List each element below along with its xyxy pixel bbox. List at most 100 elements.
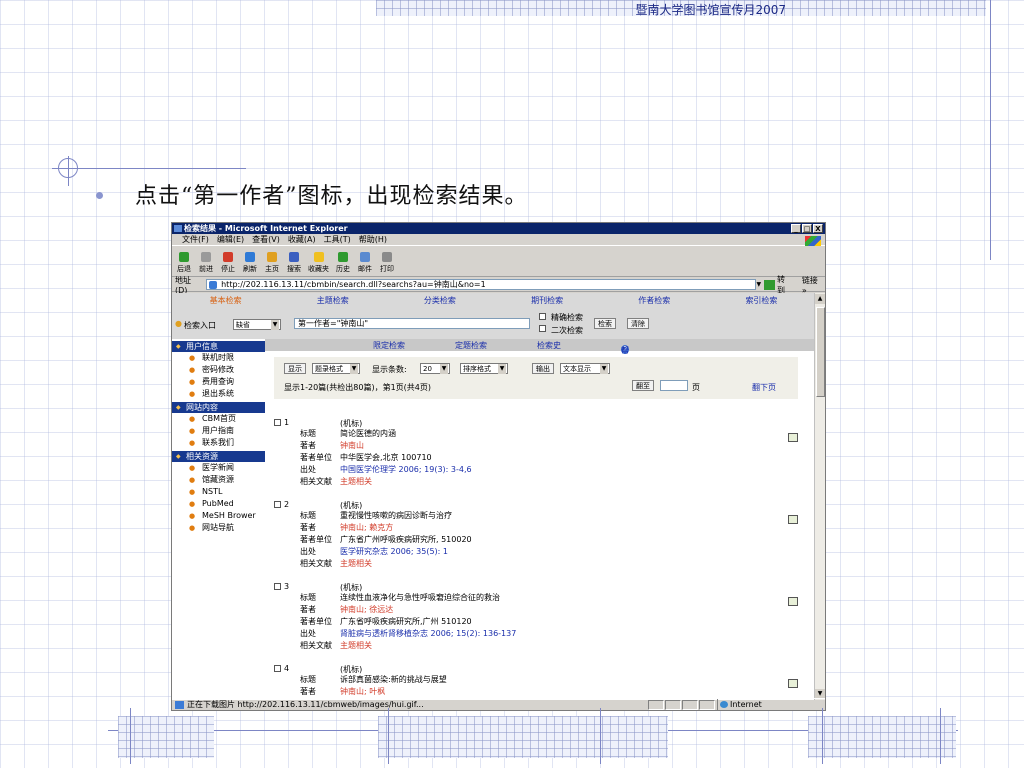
- address-dropdown-icon[interactable]: ▼: [756, 281, 761, 288]
- toolbar-button-home[interactable]: 主页: [264, 252, 280, 274]
- sidebar-item[interactable]: 网站导航: [172, 522, 265, 534]
- vertical-scrollbar[interactable]: ▲ ▼: [814, 293, 825, 700]
- menu-file[interactable]: 文件(F): [182, 234, 209, 245]
- field-value[interactable]: 医学研究杂志 2006; 35(5): 1: [340, 547, 448, 556]
- fulltext-doc-icon[interactable]: [788, 433, 798, 442]
- field-value[interactable]: 主题相关: [340, 559, 372, 568]
- toolbar-button-stop[interactable]: 停止: [220, 252, 236, 274]
- toolbar-button-refresh[interactable]: 刷新: [242, 252, 258, 274]
- browser-window: 检索结果 - Microsoft Internet Explorer _ □ X…: [171, 222, 826, 711]
- scroll-thumb[interactable]: [816, 307, 825, 397]
- sidebar-item[interactable]: 退出系统: [172, 388, 265, 400]
- precise-checkbox[interactable]: [539, 313, 546, 320]
- field-value[interactable]: 中国医学伦理学 2006; 19(3): 3-4,6: [340, 465, 472, 474]
- field-value[interactable]: 钟南山; 赖克方: [340, 523, 393, 532]
- record-checkbox[interactable]: [274, 419, 281, 426]
- fulltext-doc-icon[interactable]: [788, 679, 798, 688]
- clear-button[interactable]: 清除: [627, 318, 649, 329]
- count-select[interactable]: 20: [420, 363, 450, 374]
- menu-help[interactable]: 帮助(H): [359, 234, 387, 245]
- secondary-checkbox[interactable]: [539, 325, 546, 332]
- sort-select[interactable]: 排序格式: [460, 363, 508, 374]
- sidebar-item[interactable]: MeSH Brower: [172, 510, 265, 522]
- field-value: 诉部真菌感染:新的挑战与展望: [340, 675, 447, 684]
- sidebar-item[interactable]: 费用查询: [172, 376, 265, 388]
- toolbar-button-print[interactable]: 打印: [379, 252, 395, 274]
- nav-topic-search[interactable]: 定题检索: [455, 340, 487, 351]
- field-label: 标题: [300, 511, 316, 520]
- result-record: 1 (机标) 标题 简论医德的内涵 著者 钟南山 著者单位 中华医学会,北京 100710 出处…: [274, 418, 814, 499]
- search-icon: [289, 252, 299, 262]
- tab-journal-search[interactable]: 期刊检索: [494, 295, 601, 306]
- field-value[interactable]: 钟南山; 徐远达: [340, 605, 393, 614]
- sidebar-item[interactable]: PubMed: [172, 498, 265, 510]
- menu-favorites[interactable]: 收藏(A): [288, 234, 316, 245]
- nav-search-history[interactable]: 检索史: [537, 340, 561, 351]
- history-icon: [338, 252, 348, 262]
- sidebar-item[interactable]: CBM首页: [172, 413, 265, 425]
- field-value[interactable]: 钟南山; 叶枫: [340, 687, 385, 696]
- toolbar-button-search[interactable]: 搜索: [286, 252, 302, 274]
- record-checkbox[interactable]: [274, 501, 281, 508]
- output-format-select[interactable]: 文本显示: [560, 363, 610, 374]
- function-nav: 限定检索 定题检索 检索史 ? 帮助: [265, 339, 815, 366]
- field-value[interactable]: 钟南山: [340, 441, 364, 450]
- address-input[interactable]: http://202.116.13.11/cbmbin/search.dll?s…: [206, 279, 757, 290]
- bottom-tick-5: [940, 708, 941, 764]
- field-value[interactable]: 主题相关: [340, 641, 372, 650]
- nav-limit-search[interactable]: 限定检索: [373, 340, 405, 351]
- menu-view[interactable]: 查看(V): [252, 234, 280, 245]
- toolbar-button-history[interactable]: 历史: [335, 252, 351, 274]
- page-number-input[interactable]: [660, 380, 688, 391]
- tab-index-search[interactable]: 索引检索: [708, 295, 815, 306]
- menu-tools[interactable]: 工具(T): [324, 234, 351, 245]
- tab-author-search[interactable]: 作者检索: [601, 295, 708, 306]
- show-button[interactable]: 显示: [284, 363, 306, 374]
- entry-select[interactable]: 缺省: [233, 319, 281, 330]
- record-field-author: 著者 钟南山; 叶枫: [300, 687, 385, 697]
- print-icon: [382, 252, 392, 262]
- field-value[interactable]: 主题相关: [340, 477, 372, 486]
- search-button[interactable]: 检索: [594, 318, 616, 329]
- tab-subject-search[interactable]: 主题检索: [279, 295, 386, 306]
- record-checkbox[interactable]: [274, 665, 281, 672]
- close-button[interactable]: X: [813, 224, 823, 233]
- sidebar-item[interactable]: 密码修改: [172, 364, 265, 376]
- sidebar-item[interactable]: NSTL: [172, 486, 265, 498]
- bottom-tick-1: [130, 708, 131, 764]
- record-checkbox[interactable]: [274, 583, 281, 590]
- sidebar-item[interactable]: 用户指南: [172, 425, 265, 437]
- output-button[interactable]: 输出: [532, 363, 554, 374]
- toolbar-button-back[interactable]: 后退: [176, 252, 192, 274]
- menu-edit[interactable]: 编辑(E): [217, 234, 244, 245]
- toolbar-button-forward[interactable]: 前进: [198, 252, 214, 274]
- record-field-source: 出处 肾脏病与透析肾移植杂志 2006; 15(2): 136-137: [300, 629, 516, 639]
- sidebar-group-header[interactable]: 相关资源: [172, 451, 265, 462]
- next-page-link[interactable]: 翻下页: [752, 382, 776, 393]
- tab-basic-search[interactable]: 基本检索: [172, 295, 279, 306]
- goto-button[interactable]: 翻至: [632, 380, 654, 391]
- toolbar-button-mail[interactable]: 邮件: [357, 252, 373, 274]
- scroll-up-arrow-icon[interactable]: ▲: [815, 294, 825, 304]
- record-field-title: 标题 诉部真菌感染:新的挑战与展望: [300, 675, 447, 685]
- fulltext-doc-icon[interactable]: [788, 515, 798, 524]
- query-input[interactable]: 第一作者="钟南山": [294, 318, 530, 329]
- sidebar-item[interactable]: 馆藏资源: [172, 474, 265, 486]
- fulltext-doc-icon[interactable]: [788, 597, 798, 606]
- results-control-bar: 显示 题录格式 显示条数: 20 排序格式 输出 文本显示 显示1-20篇(共检…: [274, 357, 798, 399]
- links-label[interactable]: 链接 »: [802, 275, 825, 295]
- field-label: 出处: [300, 629, 316, 638]
- sidebar-item[interactable]: 联系我们: [172, 437, 265, 449]
- results-summary: 显示1-20篇(共检出80篇)，第1页(共4页): [284, 383, 431, 392]
- sidebar-group-header[interactable]: 用户信息: [172, 341, 265, 352]
- tab-classification-search[interactable]: 分类检索: [386, 295, 493, 306]
- sidebar-item[interactable]: 联机时限: [172, 352, 265, 364]
- address-bar: 地址(D) http://202.116.13.11/cbmbin/search…: [172, 275, 825, 295]
- minimize-button[interactable]: _: [791, 224, 801, 233]
- field-value[interactable]: 肾脏病与透析肾移植杂志 2006; 15(2): 136-137: [340, 629, 516, 638]
- maximize-button[interactable]: □: [802, 224, 812, 233]
- toolbar-button-star[interactable]: 收藏夹: [308, 252, 329, 274]
- sidebar-group-header[interactable]: 网站内容: [172, 402, 265, 413]
- sidebar-item[interactable]: 医学新闻: [172, 462, 265, 474]
- format-select[interactable]: 题录格式: [312, 363, 360, 374]
